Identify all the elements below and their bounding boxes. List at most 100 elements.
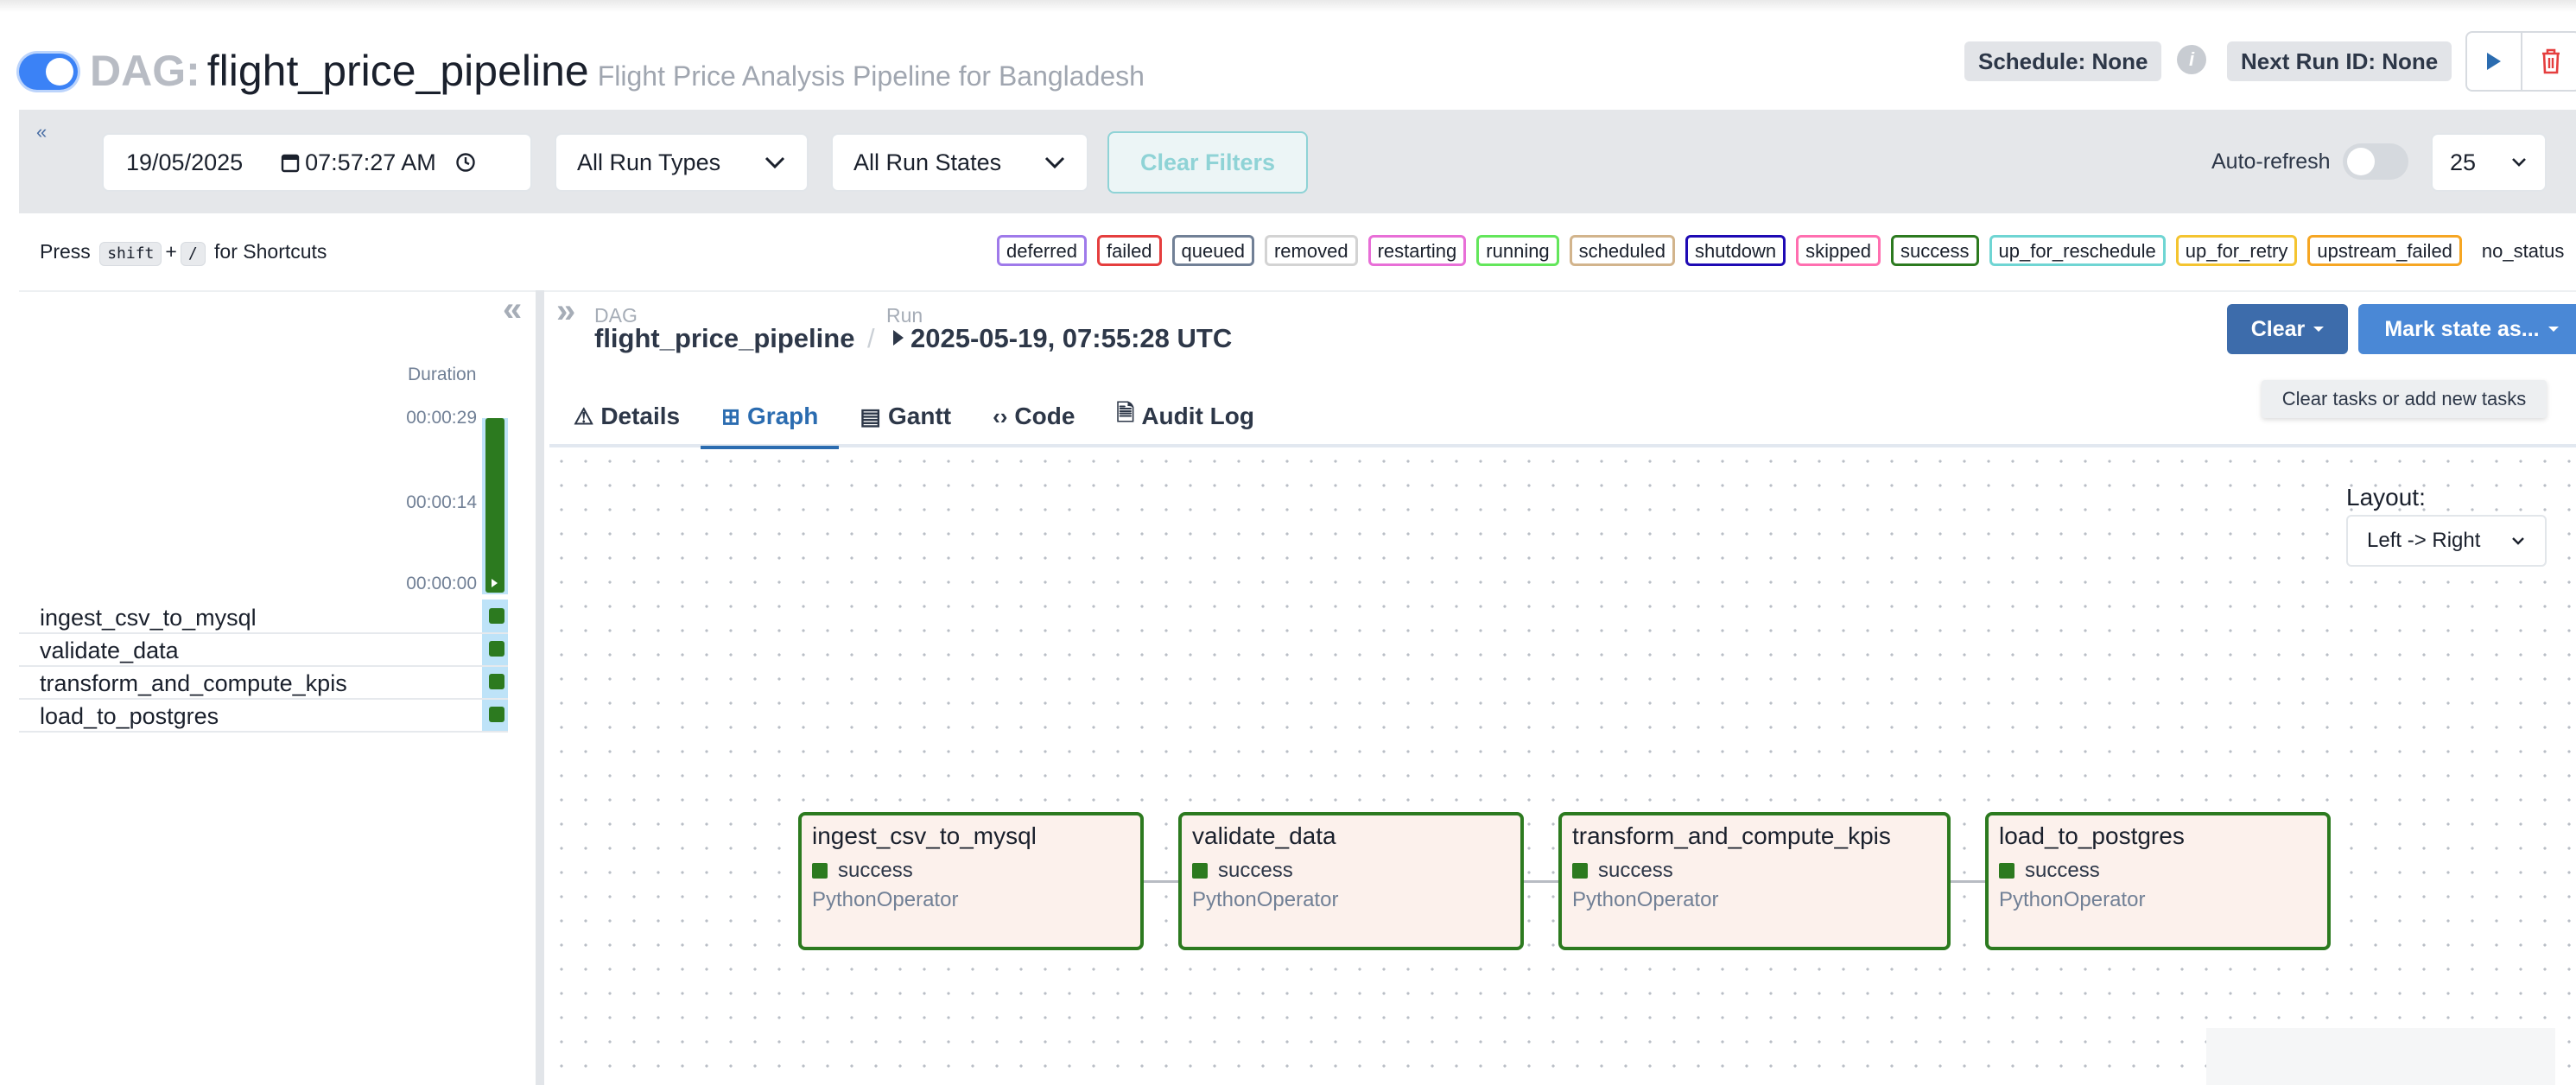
auto-refresh-switch[interactable] [2343,143,2408,180]
auto-refresh-label: Auto-refresh [2211,149,2331,174]
next-run-badge: Next Run ID: None [2227,41,2452,81]
state-legend-item[interactable]: deferred [997,235,1087,266]
date-value: 19/05/2025 [126,149,244,175]
caret-down-icon [2313,327,2325,332]
detail-tabs: ⚠ Details ⊞ Graph ▤ Gantt ‹› Code 🗎 Audit Log [553,387,1275,449]
state-legend-item[interactable]: restarting [1367,235,1467,266]
panel-resize-handle[interactable] [536,290,544,1085]
tab-code[interactable]: ‹› Code [972,387,1095,446]
task-row[interactable]: load_to_postgres [19,700,508,733]
duration-tick: 00:00:29 [406,408,477,428]
caret-down-icon [2547,327,2559,332]
slash-key: / [180,242,206,266]
collapse-filters-icon[interactable]: « [36,123,47,142]
task-row[interactable]: validate_data [19,634,508,667]
graph-node[interactable]: transform_and_compute_kpis success Pytho… [1558,812,1951,950]
state-legend-item[interactable]: shutdown [1685,235,1786,266]
node-status-text: success [2025,859,2100,882]
state-legend-item[interactable]: skipped [1796,235,1881,266]
breadcrumb-run-link[interactable]: 2025-05-19, 07:55:28 UTC [893,323,1232,354]
task-instance-status[interactable] [489,674,504,689]
tab-label: Gantt [887,403,952,429]
info-icon[interactable]: i [2177,45,2206,74]
play-icon [2487,53,2501,70]
node-operator: PythonOperator [1572,888,1719,911]
time-value: 07:57:27 AM [305,149,436,175]
plus-text: + [165,240,177,263]
tab-gantt[interactable]: ▤ Gantt [839,387,972,446]
breadcrumb-dag-link[interactable]: flight_price_pipeline [594,323,854,354]
task-row[interactable]: ingest_csv_to_mysql [19,601,508,634]
clear-label: Clear [2250,316,2306,341]
layout-value: Left -> Right [2367,529,2481,552]
chevron-down-icon [765,156,785,169]
graph-canvas[interactable] [549,449,2576,1085]
node-task-name: ingest_csv_to_mysql [812,822,1037,849]
run-states-select[interactable]: All Run States [831,133,1088,192]
tab-graph[interactable]: ⊞ Graph [701,387,840,449]
mark-state-label: Mark state as... [2384,316,2540,341]
graph-node[interactable]: load_to_postgres success PythonOperator [1985,812,2331,950]
schedule-badge: Schedule: None [1964,41,2162,81]
chevron-down-icon [2512,158,2526,167]
dag-run-bar[interactable] [485,418,504,593]
num-runs-value: 25 [2450,149,2477,175]
state-legend-item[interactable]: success [1891,235,1979,266]
state-legend-item[interactable]: scheduled [1569,235,1675,266]
tab-details[interactable]: ⚠ Details [553,387,701,446]
node-status: success [1192,859,1293,883]
clear-filters-button[interactable]: Clear Filters [1107,131,1308,194]
state-legend-item[interactable]: removed [1264,235,1358,266]
state-legend-item[interactable]: failed [1096,235,1162,266]
task-instance-status[interactable] [489,608,504,624]
graph-node[interactable]: validate_data success PythonOperator [1178,812,1524,950]
gantt-icon: ▤ [860,403,881,429]
graph-minimap[interactable] [2206,1028,2555,1085]
task-instance-status[interactable] [489,707,504,722]
state-legend-item[interactable]: running [1476,235,1559,266]
state-legend-item[interactable]: upstream_failed [2307,235,2462,266]
warning-icon: ⚠ [574,403,594,429]
state-legend-item[interactable]: no_status [2472,235,2573,266]
task-instance-status[interactable] [489,641,504,657]
tab-label: Details [600,403,681,429]
run-types-select[interactable]: All Run Types [555,133,809,192]
collapse-grid-icon[interactable]: « [503,292,522,327]
manual-run-icon [893,330,904,346]
shortcuts-hint: Press shift + / for Shortcuts [40,240,327,266]
status-square-icon [1572,863,1588,879]
audit-log-icon: 🗎 [1116,400,1135,426]
calendar-icon[interactable] [281,152,300,173]
delete-dag-button[interactable] [2521,31,2576,92]
expand-grid-icon[interactable]: » [556,294,575,328]
mark-state-button[interactable]: Mark state as... [2358,304,2576,354]
base-date-input[interactable]: 19/05/2025 07:57:27 AM [102,133,532,192]
run-states-value: All Run States [853,149,1002,175]
graph-edge [1949,880,1987,883]
state-legend-item[interactable]: queued [1171,235,1254,266]
status-square-icon [812,863,828,879]
state-legend-item[interactable]: up_for_reschedule [1989,235,2166,266]
layout-select[interactable]: Left -> Right [2346,515,2547,567]
num-runs-select[interactable]: 25 [2431,133,2547,192]
node-status-text: success [1598,859,1673,882]
state-legend-item[interactable]: up_for_retry [2175,235,2298,266]
trash-icon [2542,48,2560,74]
page-title: DAG: flight_price_pipeline Flight Price An… [90,43,1145,104]
clear-button[interactable]: Clear [2227,304,2348,354]
clock-icon[interactable] [455,152,476,173]
breadcrumb-separator: / [867,323,875,353]
clear-tooltip: Clear tasks or add new tasks [2262,380,2547,418]
tab-audit-log[interactable]: 🗎 Audit Log [1095,387,1275,446]
window-top-edge [0,0,2576,12]
task-row[interactable]: transform_and_compute_kpis [19,667,508,700]
graph-icon: ⊞ [721,403,740,429]
dag-pause-toggle[interactable] [19,54,78,90]
tab-label: Graph [746,403,819,429]
task-name: transform_and_compute_kpis [40,670,347,696]
trigger-dag-button[interactable] [2465,31,2522,92]
dag-description: Flight Price Analysis Pipeline for Bangl… [597,60,1145,92]
graph-node[interactable]: ingest_csv_to_mysql success PythonOperat… [798,812,1144,950]
toggle-knob [46,58,73,86]
layout-label: Layout: [2346,484,2426,511]
